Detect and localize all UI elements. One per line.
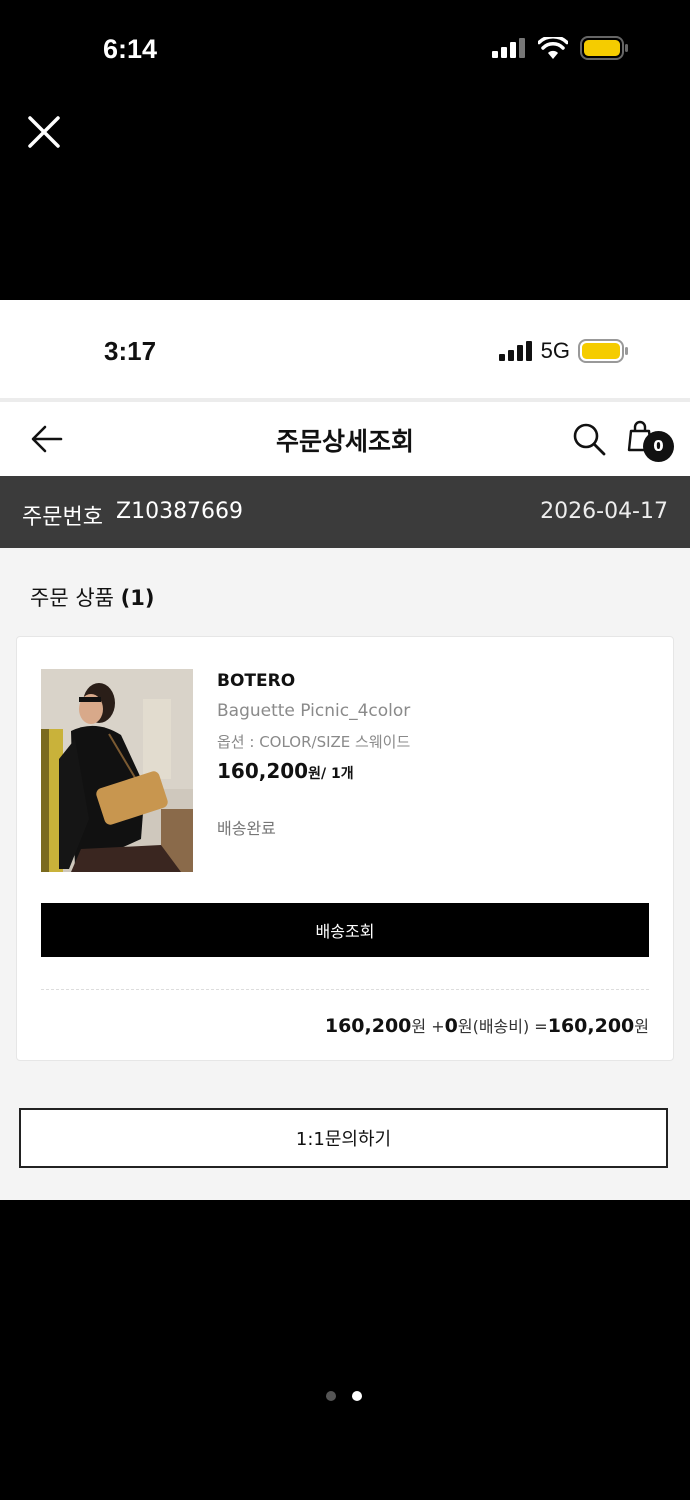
shipping-value: 0 [444, 1015, 458, 1037]
page-dot-active[interactable] [352, 1391, 362, 1401]
order-number: Z10387669 [116, 499, 244, 524]
total-unit: 원 [634, 1017, 649, 1036]
close-icon[interactable] [26, 114, 62, 150]
subtotal-value: 160,200 [324, 1015, 412, 1037]
order-info-bar: 주문번호 Z10387669 2026-04-17 [0, 476, 690, 548]
top-nav: 주문상세조회 [0, 402, 690, 476]
outer-status-time: 6:14 [103, 34, 158, 64]
product-brand: BOTERO [217, 671, 296, 691]
inner-status-bar: 3:17 5G [0, 300, 690, 398]
order-date: 2026-04-17 [540, 499, 668, 524]
order-item-card: BOTERO Baguette Picnic_4color 옵션 : COLOR… [16, 636, 674, 1061]
battery-icon [580, 36, 628, 60]
search-icon[interactable] [572, 422, 606, 456]
signal-icon [498, 341, 532, 361]
inquiry-button[interactable]: 1:1문의하기 [19, 1108, 668, 1168]
outer-status-icons [492, 36, 628, 60]
product-price: 160,200원/ 1개 [217, 759, 354, 783]
section-title: 주문 상품 (1) [30, 582, 154, 612]
section-title-text: 주문 상품 [30, 586, 114, 610]
inner-status-time: 3:17 [104, 336, 157, 366]
inner-status-icons: 5G [498, 338, 628, 364]
page-indicator[interactable] [326, 1391, 362, 1401]
wifi-icon [538, 37, 568, 59]
section-count: (1) [120, 586, 155, 610]
subtotal-unit: 원 + [411, 1017, 445, 1036]
shipping-unit: 원(배송비) = [457, 1017, 548, 1036]
battery-icon [578, 339, 628, 363]
order-number-label: 주문번호 [22, 505, 103, 530]
order-total: 160,200원 +0원(배송비) =160,200원 [325, 1013, 649, 1037]
product-image[interactable] [41, 669, 193, 872]
product-price-unit: 원/ 1개 [308, 766, 354, 782]
track-delivery-button[interactable]: 배송조회 [41, 903, 649, 957]
product-option: 옵션 : COLOR/SIZE 스웨이드 [217, 733, 411, 751]
embedded-screenshot: 3:17 5G 주문상세조회 0 주문번호 Z10387669 2026-04-… [0, 300, 690, 1200]
product-price-value: 160,200 [217, 759, 309, 783]
delivery-status: 배송완료 [217, 819, 276, 838]
total-value: 160,200 [547, 1015, 635, 1037]
network-label: 5G [540, 338, 570, 363]
page-dot[interactable] [326, 1391, 336, 1401]
cart-count-badge: 0 [643, 431, 674, 462]
signal-icon [492, 38, 525, 58]
product-name[interactable]: Baguette Picnic_4color [217, 701, 410, 721]
divider [41, 989, 649, 990]
